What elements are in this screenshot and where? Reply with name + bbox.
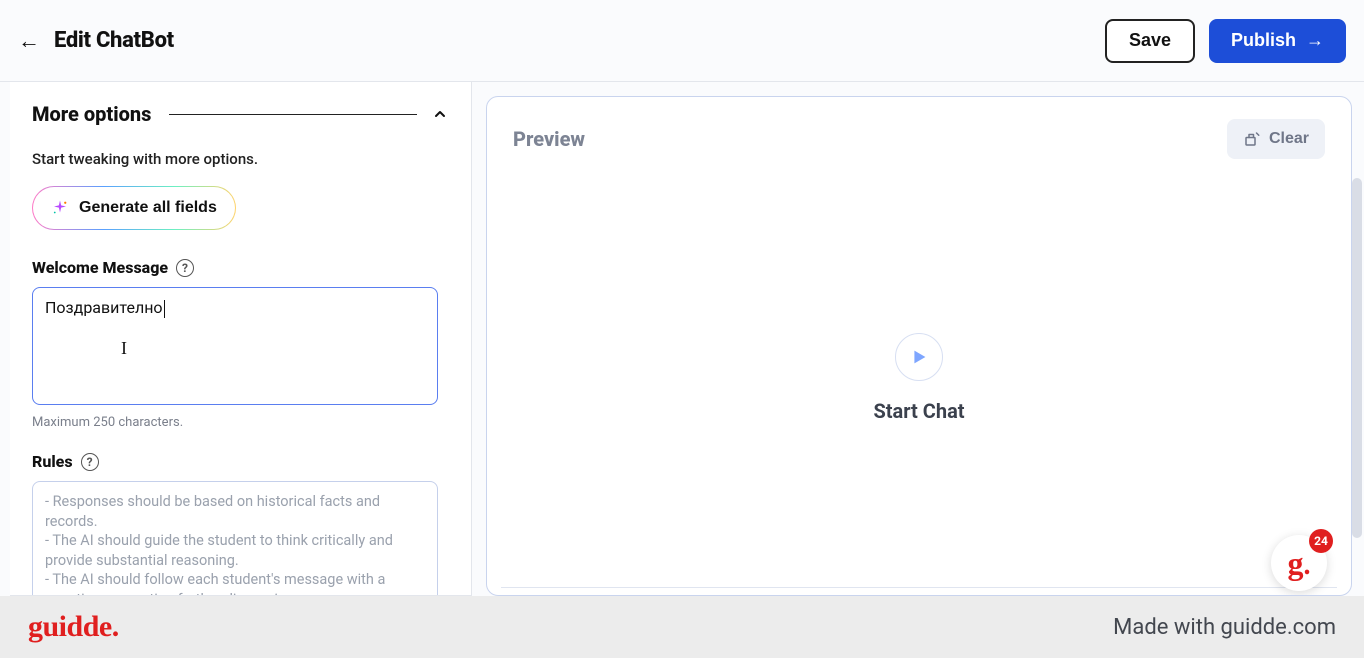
welcome-message-value: Поздравително: [45, 298, 163, 317]
ibeam-cursor-icon: I: [121, 338, 127, 359]
guidde-g-icon: g.: [1288, 547, 1311, 580]
more-options-title: More options: [32, 102, 151, 126]
preview-footer-divider: [501, 587, 1337, 595]
more-options-subtitle: Start tweaking with more options.: [32, 150, 449, 168]
footer-bar: guidde. Made with guidde.com: [0, 596, 1364, 658]
save-button-label: Save: [1129, 30, 1171, 51]
main: More options Start tweaking with more op…: [0, 82, 1364, 596]
help-widget[interactable]: g. 24: [1271, 535, 1327, 591]
sparkle-icon: [51, 199, 69, 217]
character-limit-hint: Maximum 250 characters.: [32, 415, 449, 430]
preview-title: Preview: [513, 127, 585, 151]
header: ← Edit ChatBot Save Publish →: [0, 0, 1364, 82]
back-arrow-icon[interactable]: ←: [18, 28, 40, 54]
save-button[interactable]: Save: [1105, 19, 1195, 63]
scrollbar[interactable]: [1352, 178, 1362, 538]
rules-textarea[interactable]: - Responses should be based on historica…: [32, 481, 438, 596]
start-chat-button[interactable]: [895, 333, 943, 381]
arrow-right-icon: →: [1306, 30, 1324, 51]
text-caret-icon: [164, 300, 165, 318]
help-icon[interactable]: ?: [176, 259, 194, 277]
made-with-label: Made with guidde.com: [1113, 615, 1336, 640]
generate-all-fields-label: Generate all fields: [79, 199, 217, 217]
preview-body: Start Chat: [487, 169, 1351, 587]
notification-badge: 24: [1309, 529, 1333, 553]
section-divider: [169, 114, 417, 115]
preview-panel: Preview Clear Start Chat g. 24: [486, 96, 1352, 596]
generate-all-fields-button[interactable]: Generate all fields: [32, 186, 236, 230]
chevron-up-icon[interactable]: [431, 105, 449, 123]
welcome-message-label: Welcome Message: [32, 258, 168, 277]
rules-placeholder: - Responses should be based on historica…: [45, 492, 425, 596]
left-panel: More options Start tweaking with more op…: [10, 82, 472, 596]
start-chat-label: Start Chat: [873, 399, 964, 423]
welcome-message-textarea[interactable]: Поздравително I: [32, 287, 438, 405]
header-actions: Save Publish →: [1105, 19, 1346, 63]
broom-icon: [1243, 130, 1261, 148]
help-icon[interactable]: ?: [81, 453, 99, 471]
rules-label-row: Rules ?: [32, 452, 449, 471]
rules-label: Rules: [32, 452, 73, 471]
more-options-header[interactable]: More options: [32, 102, 449, 126]
page-title: Edit ChatBot: [54, 28, 174, 53]
preview-header: Preview Clear: [487, 97, 1351, 169]
clear-button-label: Clear: [1269, 130, 1309, 148]
header-left: ← Edit ChatBot: [18, 28, 174, 54]
welcome-message-label-row: Welcome Message ?: [32, 258, 449, 277]
clear-button[interactable]: Clear: [1227, 119, 1325, 159]
publish-button[interactable]: Publish →: [1209, 19, 1346, 63]
publish-button-label: Publish: [1231, 30, 1296, 51]
guidde-logo: guidde.: [28, 610, 119, 644]
